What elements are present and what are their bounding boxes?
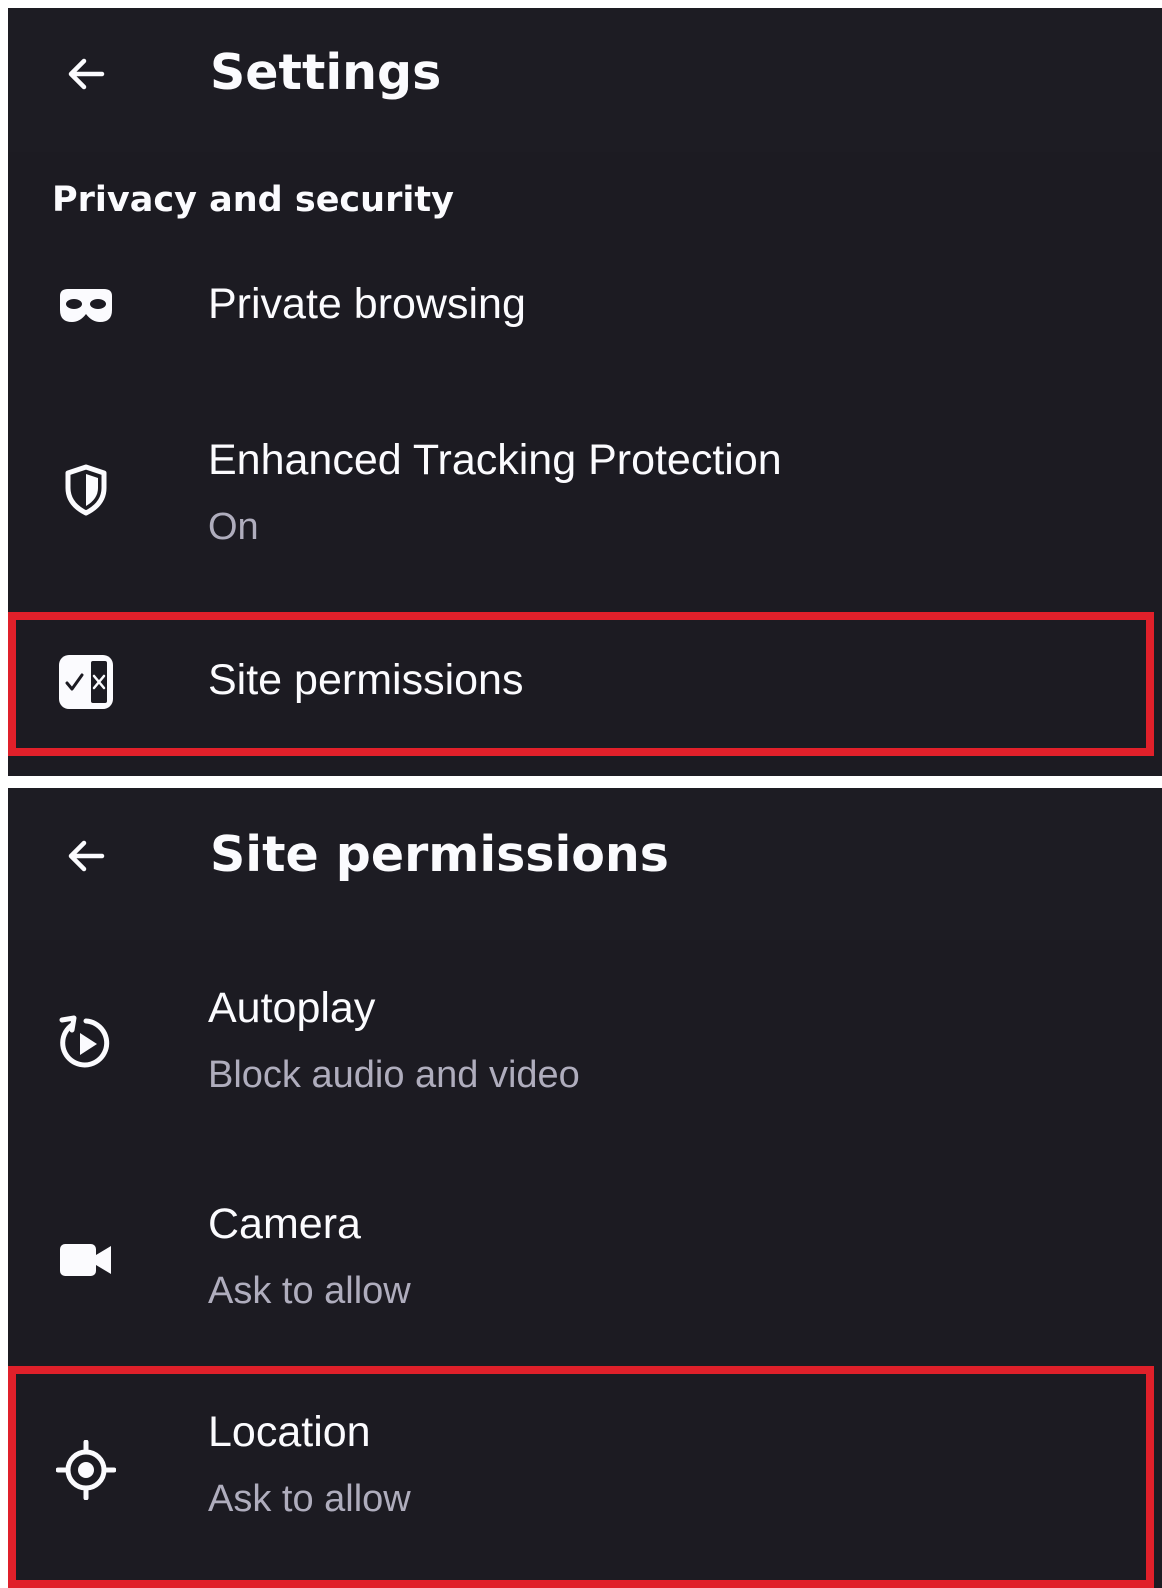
settings-screen: Settings Privacy and security Private br… xyxy=(8,8,1162,776)
item-label: Camera xyxy=(208,1200,361,1248)
back-button[interactable] xyxy=(54,42,118,106)
item-sublabel: Ask to allow xyxy=(208,1270,411,1312)
back-arrow-icon xyxy=(68,840,105,872)
back-arrow-icon xyxy=(68,58,105,90)
settings-item-site-permissions[interactable]: Site permissions xyxy=(8,614,1162,752)
location-icon xyxy=(54,1438,118,1502)
autoplay-icon xyxy=(54,1012,118,1076)
shield-icon xyxy=(54,458,118,522)
permission-item-camera[interactable]: Camera Ask to allow xyxy=(8,1184,1162,1364)
site-permissions-screen: Site permissions Autoplay Block audio an… xyxy=(8,788,1162,1588)
item-label: Private browsing xyxy=(208,280,526,328)
item-label: Location xyxy=(208,1408,371,1456)
page-title: Settings xyxy=(210,44,442,101)
back-button[interactable] xyxy=(54,824,118,888)
item-sublabel: On xyxy=(208,506,259,548)
item-label: Autoplay xyxy=(208,984,376,1032)
item-sublabel: Ask to allow xyxy=(208,1478,411,1520)
camera-icon xyxy=(54,1228,118,1292)
item-label: Site permissions xyxy=(208,656,524,704)
site-permissions-icon xyxy=(54,650,118,714)
item-sublabel: Block audio and video xyxy=(208,1054,580,1096)
page-title: Site permissions xyxy=(210,826,669,883)
settings-item-tracking-protection[interactable]: Enhanced Tracking Protection On xyxy=(8,408,1162,598)
settings-item-private-browsing[interactable]: Private browsing xyxy=(8,248,1162,368)
permission-item-autoplay[interactable]: Autoplay Block audio and video xyxy=(8,968,1162,1148)
top-app-bar: Settings xyxy=(8,8,1162,152)
permission-item-location[interactable]: Location Ask to allow xyxy=(8,1380,1162,1576)
private-browsing-mask-icon xyxy=(54,274,118,338)
item-label: Enhanced Tracking Protection xyxy=(208,436,782,484)
top-app-bar: Site permissions xyxy=(8,788,1162,940)
section-header-privacy: Privacy and security xyxy=(52,180,454,220)
